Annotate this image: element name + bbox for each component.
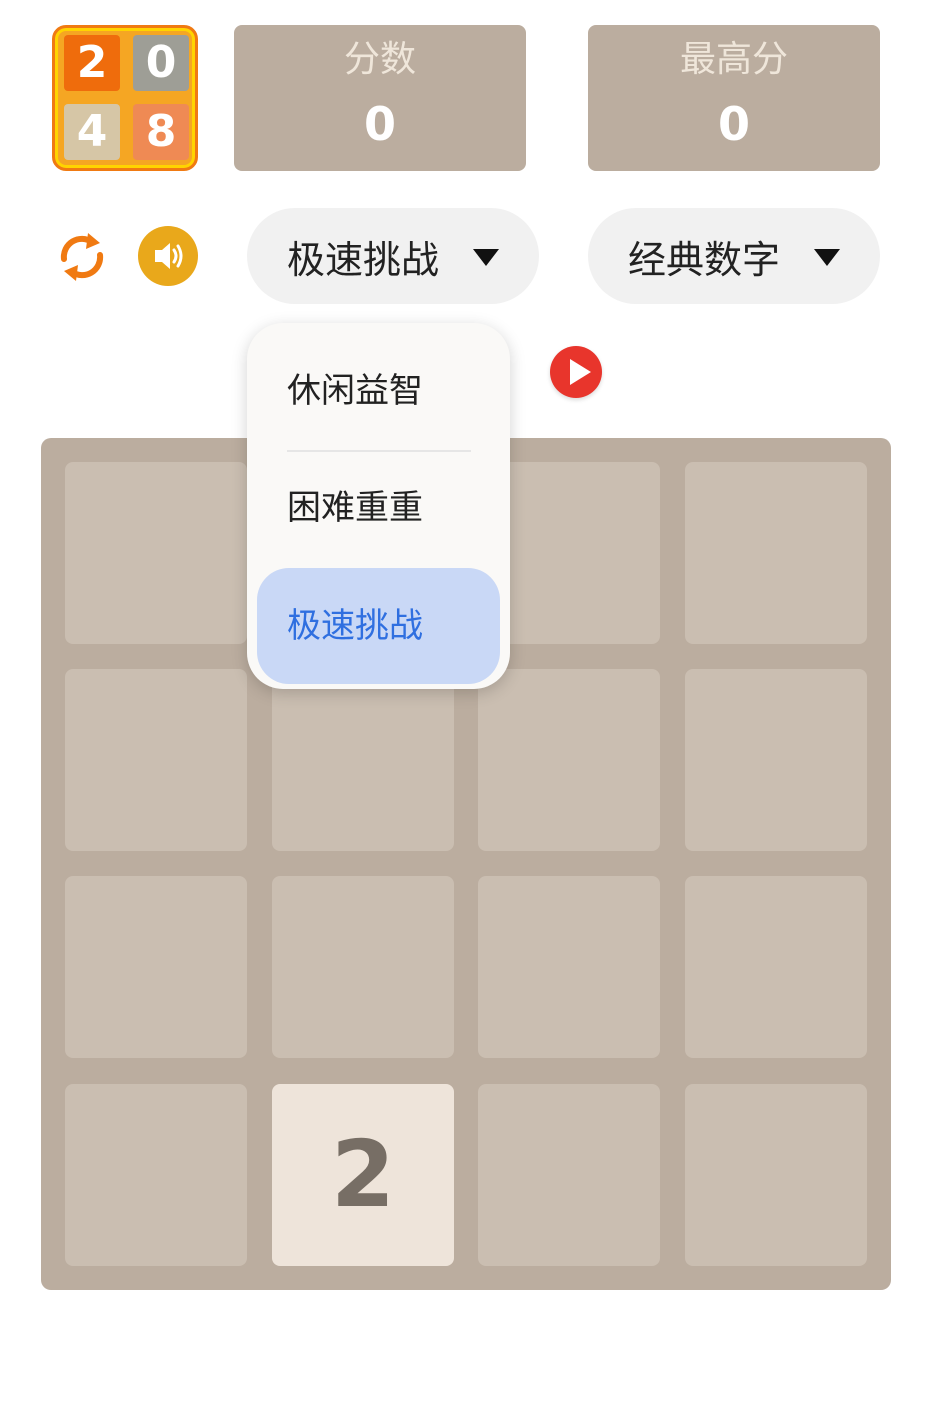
board-cell <box>478 669 660 851</box>
board-cell <box>478 1084 660 1266</box>
best-score-box: 最高分 0 <box>588 25 880 171</box>
board-cell <box>65 1084 247 1266</box>
menu-item-speed-selected[interactable]: 极速挑战 <box>257 568 500 684</box>
board-cell <box>685 669 867 851</box>
logo-tile: 8 <box>133 104 189 160</box>
refresh-icon[interactable] <box>54 229 110 285</box>
theme-dropdown[interactable]: 经典数字 <box>588 208 880 304</box>
speaker-icon[interactable] <box>138 226 198 286</box>
board-cell <box>478 876 660 1058</box>
board-cell <box>65 462 247 644</box>
play-icon[interactable] <box>550 346 602 398</box>
menu-item-hard[interactable]: 困难重重 <box>287 450 423 566</box>
score-label: 分数 <box>343 39 416 80</box>
mode-menu: 休闲益智 困难重重 极速挑战 <box>247 323 510 689</box>
logo-tile: 4 <box>64 104 120 160</box>
board-cell <box>685 876 867 1058</box>
caret-down-icon <box>473 249 499 266</box>
score-box: 分数 0 <box>234 25 526 171</box>
board-cell <box>65 876 247 1058</box>
game-logo: 2 0 4 8 <box>52 25 198 171</box>
board-cell <box>685 1084 867 1266</box>
logo-tile: 0 <box>133 35 189 91</box>
best-score-label: 最高分 <box>679 39 788 80</box>
board-cell <box>272 876 454 1058</box>
menu-item-casual[interactable]: 休闲益智 <box>287 333 423 449</box>
theme-dropdown-label: 经典数字 <box>628 237 781 282</box>
logo-tile: 2 <box>64 35 120 91</box>
score-value: 0 <box>363 97 396 151</box>
best-score-value: 0 <box>717 97 750 151</box>
board-cell <box>272 669 454 851</box>
mode-dropdown[interactable]: 极速挑战 <box>247 208 539 304</box>
tile-2: 2 <box>272 1084 454 1266</box>
board-cell <box>65 669 247 851</box>
menu-item-label: 极速挑战 <box>287 606 423 646</box>
board-cell <box>685 462 867 644</box>
mode-dropdown-label: 极速挑战 <box>287 237 440 282</box>
caret-down-icon <box>814 249 840 266</box>
